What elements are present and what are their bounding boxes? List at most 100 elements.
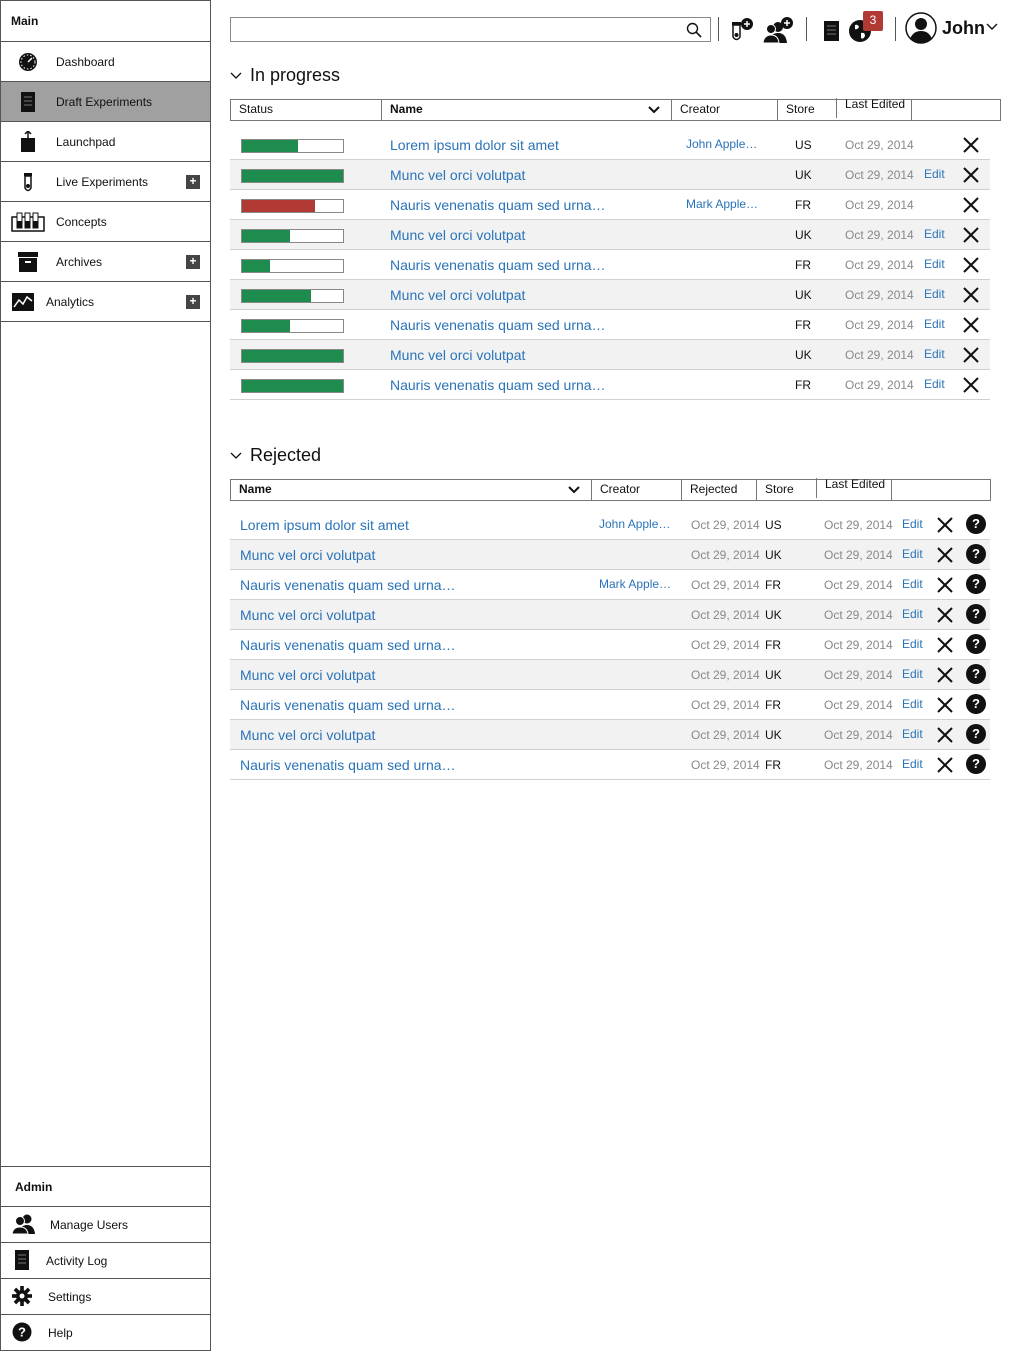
close-icon[interactable] — [962, 226, 980, 244]
user-name[interactable]: John — [942, 18, 985, 39]
column-header-name[interactable]: Name — [381, 100, 671, 120]
column-header-last-edited[interactable]: Last Edited — [836, 98, 911, 118]
experiment-name-link[interactable]: Nauris venenatis quam sed urna… — [390, 197, 606, 213]
sidebar-item-archives[interactable]: Archives + — [1, 242, 210, 282]
edit-link[interactable]: Edit — [902, 757, 923, 771]
expand-plus-button[interactable]: + — [186, 175, 200, 189]
edit-link[interactable]: Edit — [924, 227, 945, 241]
column-header-rejected[interactable]: Rejected — [681, 480, 756, 500]
experiment-name-link[interactable]: Nauris venenatis quam sed urna… — [390, 377, 606, 393]
experiment-name-link[interactable]: Lorem ipsum dolor sit amet — [390, 137, 559, 153]
close-icon[interactable] — [962, 376, 980, 394]
help-icon[interactable]: ? — [966, 514, 986, 534]
sidebar-item-analytics[interactable]: Analytics + — [1, 282, 210, 322]
close-icon[interactable] — [936, 726, 954, 744]
help-icon[interactable]: ? — [966, 724, 986, 744]
experiment-name-link[interactable]: Nauris venenatis quam sed urna… — [240, 697, 456, 713]
close-icon[interactable] — [962, 286, 980, 304]
expand-plus-button[interactable]: + — [186, 295, 200, 309]
table-row: Munc vel orci volutpat Oct 29, 2014 UK Oct … — [230, 720, 990, 750]
close-icon[interactable] — [936, 546, 954, 564]
help-icon[interactable]: ? — [966, 754, 986, 774]
close-icon[interactable] — [962, 196, 980, 214]
edit-link[interactable]: Edit — [924, 287, 945, 301]
column-header-last-edited[interactable]: Last Edited — [816, 478, 891, 498]
edit-link[interactable]: Edit — [924, 347, 945, 361]
sidebar-item-settings[interactable]: Settings — [1, 1279, 210, 1315]
clipboard-log-icon[interactable] — [818, 16, 846, 44]
close-icon[interactable] — [936, 606, 954, 624]
experiment-name-link[interactable]: Munc vel orci volutpat — [240, 727, 375, 743]
experiment-name-link[interactable]: Munc vel orci volutpat — [390, 287, 525, 303]
edit-link[interactable]: Edit — [902, 577, 923, 591]
column-header-creator[interactable]: Creator — [591, 480, 681, 500]
experiment-name-link[interactable]: Nauris venenatis quam sed urna… — [390, 317, 606, 333]
sidebar-item-live-experiments[interactable]: Live Experiments + — [1, 162, 210, 202]
experiment-name-link[interactable]: Munc vel orci volutpat — [390, 227, 525, 243]
close-icon[interactable] — [962, 136, 980, 154]
search-input[interactable] — [231, 18, 671, 41]
creator-link[interactable]: Mark Apple… — [686, 197, 758, 211]
experiment-name-link[interactable]: Munc vel orci volutpat — [390, 347, 525, 363]
help-icon[interactable]: ? — [966, 634, 986, 654]
rejected-section-toggle[interactable]: Rejected — [230, 445, 321, 466]
creator-link[interactable]: Mark Apple… — [599, 577, 671, 591]
experiment-name-link[interactable]: Nauris venenatis quam sed urna… — [390, 257, 606, 273]
close-icon[interactable] — [962, 256, 980, 274]
edit-link[interactable]: Edit — [924, 257, 945, 271]
expand-plus-button[interactable]: + — [186, 255, 200, 269]
close-icon[interactable] — [936, 696, 954, 714]
creator-link[interactable]: John Apple… — [686, 137, 757, 151]
close-icon[interactable] — [936, 666, 954, 684]
creator-link[interactable]: John Apple… — [599, 517, 670, 531]
close-icon[interactable] — [936, 516, 954, 534]
experiment-name-link[interactable]: Nauris venenatis quam sed urna… — [240, 757, 456, 773]
close-icon[interactable] — [962, 166, 980, 184]
sidebar-item-manage-users[interactable]: Manage Users — [1, 1207, 210, 1243]
help-icon[interactable]: ? — [966, 694, 986, 714]
edit-link[interactable]: Edit — [902, 667, 923, 681]
experiment-name-link[interactable]: Munc vel orci volutpat — [390, 167, 525, 183]
column-header-name[interactable]: Name — [231, 480, 591, 500]
help-icon[interactable]: ? — [966, 604, 986, 624]
edit-link[interactable]: Edit — [924, 377, 945, 391]
sidebar-item-dashboard[interactable]: Dashboard — [1, 42, 210, 82]
column-header-store[interactable]: Store — [777, 100, 836, 120]
sidebar-item-activity-log[interactable]: Activity Log — [1, 1243, 210, 1279]
search-icon[interactable] — [686, 22, 702, 38]
close-icon[interactable] — [936, 636, 954, 654]
sidebar-item-concepts[interactable]: Concepts — [1, 202, 210, 242]
help-icon[interactable]: ? — [966, 664, 986, 684]
experiment-name-link[interactable]: Lorem ipsum dolor sit amet — [240, 517, 409, 533]
close-icon[interactable] — [962, 316, 980, 334]
edit-link[interactable]: Edit — [924, 317, 945, 331]
chevron-down-icon[interactable] — [986, 23, 998, 31]
experiment-name-link[interactable]: Nauris venenatis quam sed urna… — [240, 577, 456, 593]
close-icon[interactable] — [936, 576, 954, 594]
edit-link[interactable]: Edit — [902, 547, 923, 561]
edit-link[interactable]: Edit — [902, 727, 923, 741]
close-icon[interactable] — [936, 756, 954, 774]
add-user-icon[interactable] — [762, 16, 796, 44]
close-icon[interactable] — [962, 346, 980, 364]
experiment-name-link[interactable]: Munc vel orci volutpat — [240, 547, 375, 563]
column-header-store[interactable]: Store — [756, 480, 816, 500]
in-progress-section-toggle[interactable]: In progress — [230, 65, 340, 86]
column-header-creator[interactable]: Creator — [671, 100, 777, 120]
edit-link[interactable]: Edit — [902, 637, 923, 651]
edit-link[interactable]: Edit — [902, 697, 923, 711]
sidebar-item-draft-experiments[interactable]: Draft Experiments — [1, 82, 210, 122]
avatar[interactable] — [905, 12, 937, 44]
help-icon[interactable]: ? — [966, 574, 986, 594]
experiment-name-link[interactable]: Munc vel orci volutpat — [240, 607, 375, 623]
experiment-name-link[interactable]: Nauris venenatis quam sed urna… — [240, 637, 456, 653]
help-icon[interactable]: ? — [966, 544, 986, 564]
edit-link[interactable]: Edit — [924, 167, 945, 181]
sidebar-item-help[interactable]: ? Help — [1, 1315, 210, 1351]
add-experiment-icon[interactable] — [728, 16, 756, 44]
edit-link[interactable]: Edit — [902, 517, 923, 531]
experiment-name-link[interactable]: Munc vel orci volutpat — [240, 667, 375, 683]
edit-link[interactable]: Edit — [902, 607, 923, 621]
sidebar-item-launchpad[interactable]: Launchpad — [1, 122, 210, 162]
column-header-status[interactable]: Status — [231, 100, 381, 120]
